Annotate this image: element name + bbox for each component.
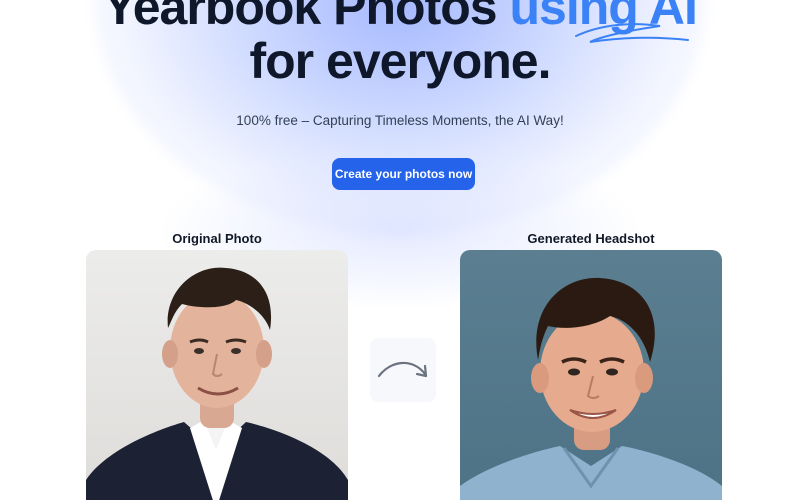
hero-title-line2: for everyone. (249, 33, 551, 89)
original-photo-caption: Original Photo (172, 231, 262, 246)
curved-arrow-right-icon (377, 361, 428, 378)
create-photos-button[interactable]: Create your photos now (332, 158, 475, 190)
hero-subtitle: 100% free – Capturing Timeless Moments, … (236, 113, 564, 128)
landing-page: Yearbook Photos using AI for everyone. 1… (0, 0, 800, 500)
generated-headshot-photo (460, 250, 722, 500)
original-photo (86, 250, 348, 500)
hero-title-main: Yearbook Photos (103, 0, 497, 35)
generated-headshot-caption: Generated Headshot (527, 231, 655, 246)
arrow-container (370, 338, 436, 402)
